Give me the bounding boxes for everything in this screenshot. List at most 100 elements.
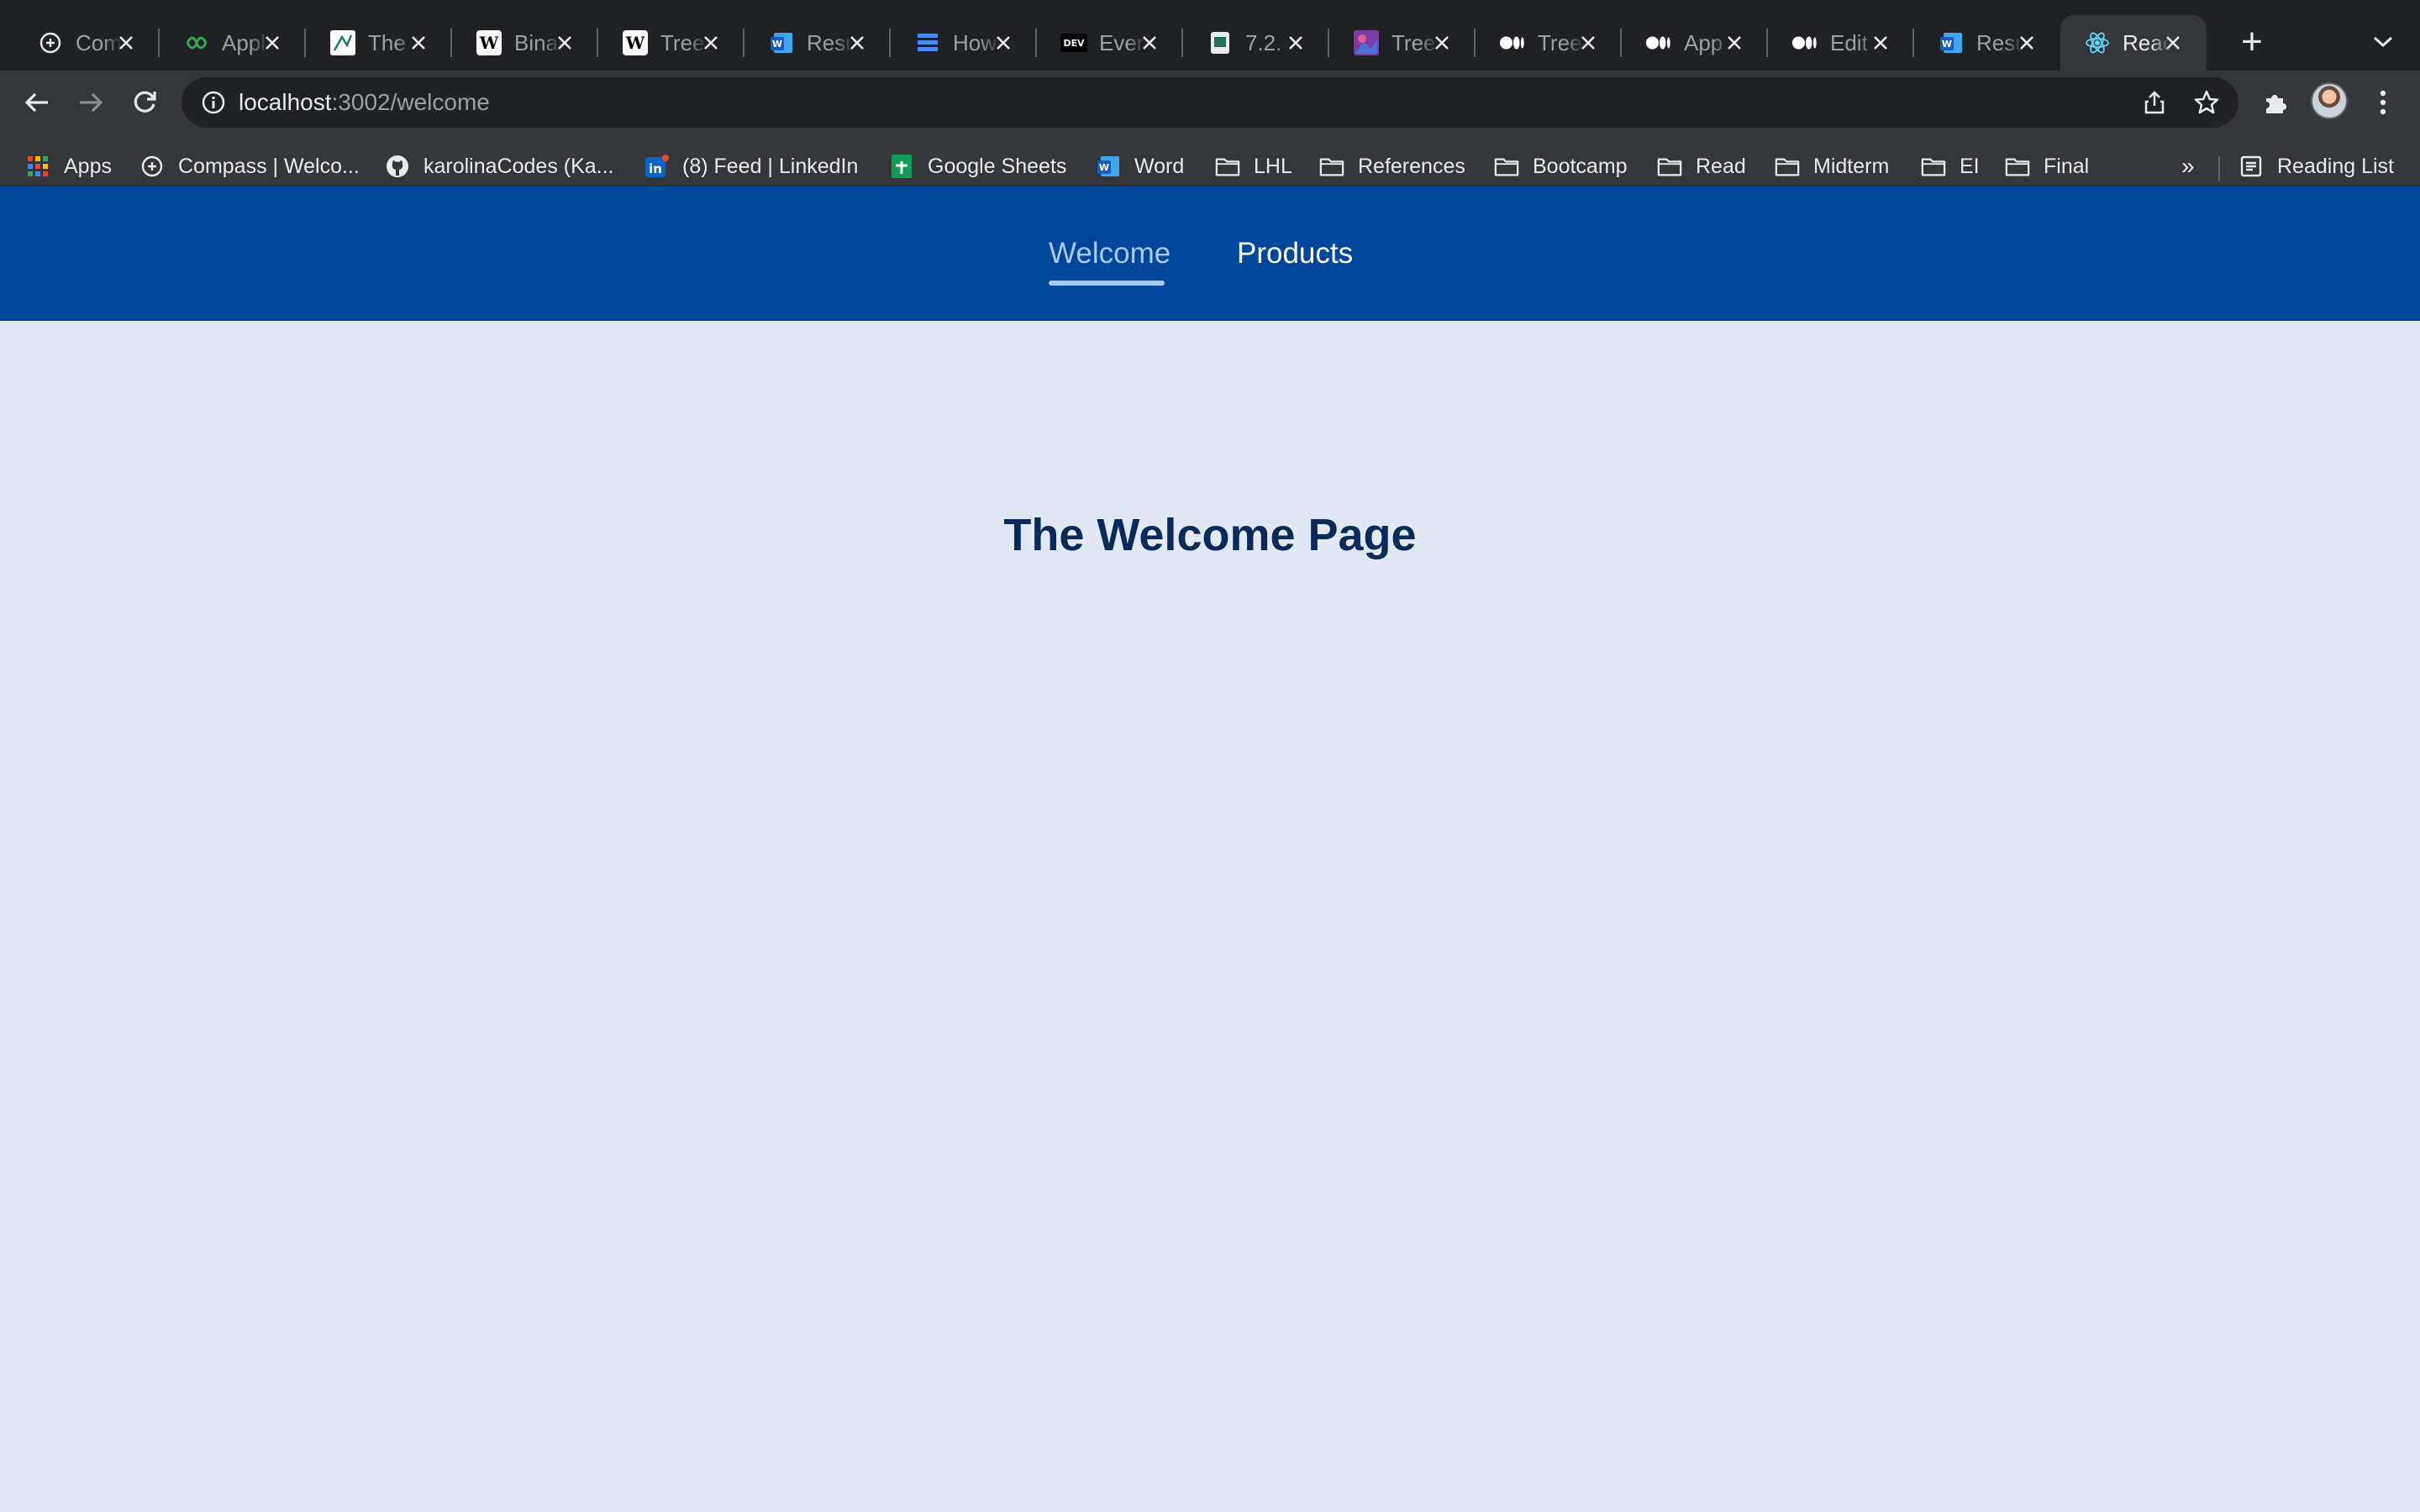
forward-arrow-icon[interactable] [67, 79, 114, 126]
svg-text:W: W [479, 33, 499, 53]
bookmark-item[interactable]: Bootcamp [1494, 148, 1628, 185]
address-bar[interactable]: localhost:3002/welcome [182, 77, 2238, 128]
sketch-icon [329, 29, 356, 56]
compass-icon [139, 154, 165, 179]
react-icon [2084, 29, 2111, 56]
bookmark-item[interactable]: LHL [1215, 148, 1292, 185]
bookmark-item[interactable]: in (8) Feed | LinkedIn [644, 148, 858, 185]
bookmark-item[interactable]: karolinaCodes (Ka... [385, 148, 614, 185]
browser-tab[interactable]: WBinary [452, 15, 598, 71]
bookmark-label: Midterm [1813, 154, 1890, 178]
browser-tab[interactable]: Edit [1768, 15, 1914, 71]
extensions-puzzle-icon[interactable] [2252, 79, 2299, 126]
close-tab-icon[interactable] [405, 29, 432, 56]
bookmark-label: Apps [64, 154, 112, 178]
bookmark-label: Google Sheets [928, 154, 1067, 178]
bookmark-item[interactable]: Final [2005, 148, 2089, 185]
close-tab-icon[interactable] [990, 29, 1017, 56]
bookmark-item[interactable]: W Word [1096, 148, 1184, 185]
browser-tab[interactable]: Apply [160, 15, 306, 71]
tab-search-chevron-icon[interactable] [2365, 24, 2402, 60]
medium-icon [1499, 29, 1526, 56]
page-title: The Welcome Page [1003, 510, 1417, 560]
bookmark-item[interactable]: Google Sheets [889, 148, 1066, 185]
close-tab-icon[interactable] [551, 29, 578, 56]
close-tab-icon[interactable] [1575, 29, 1602, 56]
bookmark-item[interactable]: Read [1657, 148, 1746, 185]
url-text[interactable]: localhost:3002/welcome [239, 89, 490, 116]
site-info-icon[interactable] [198, 87, 229, 118]
close-tab-icon[interactable] [1282, 29, 1309, 56]
close-tab-icon[interactable] [2013, 29, 2040, 56]
svg-text:W: W [1942, 39, 1952, 50]
github-icon [385, 154, 410, 179]
bookmark-label: Word [1134, 154, 1185, 178]
browser-tab[interactable]: 7.2. [1183, 15, 1329, 71]
reading-list-button[interactable]: Reading List [2238, 148, 2394, 185]
image-icon [1353, 29, 1380, 56]
close-tab-icon[interactable] [697, 29, 724, 56]
close-tab-icon[interactable] [113, 29, 139, 56]
bookmark-label: (8) Feed | LinkedIn [682, 154, 859, 178]
svg-text:W: W [772, 39, 782, 50]
apps-grid-icon [25, 154, 50, 179]
bookmark-item[interactable]: References [1319, 148, 1465, 185]
svg-text:DEV: DEV [1063, 38, 1085, 49]
browser-tab[interactable]: How [891, 15, 1037, 71]
bookmarks-overflow-button[interactable]: » [2181, 148, 2195, 185]
browser-tab[interactable]: WResume [744, 15, 891, 71]
close-tab-icon[interactable] [1428, 29, 1455, 56]
close-tab-icon[interactable] [1136, 29, 1163, 56]
browser-tab[interactable]: DEVEvery [1037, 15, 1183, 71]
folder-icon [1921, 154, 1946, 179]
close-tab-icon[interactable] [1867, 29, 1894, 56]
browser-tab[interactable]: WResume [1914, 15, 2060, 71]
share-icon[interactable] [2138, 86, 2171, 119]
close-tab-icon[interactable] [259, 29, 286, 56]
new-tab-button[interactable]: + [2230, 20, 2274, 64]
bookmark-label: Final [2044, 154, 2090, 178]
bookmark-item[interactable]: Midterm [1775, 148, 1889, 185]
browser-menu-kebab-icon[interactable] [2360, 79, 2407, 126]
close-tab-icon[interactable] [2160, 29, 2186, 56]
bookmark-label: Bootcamp [1533, 154, 1628, 178]
profile-avatar[interactable] [2311, 82, 2348, 119]
bookmark-label: karolinaCodes (Ka... [424, 154, 614, 178]
browser-tab[interactable]: W Tree [598, 15, 744, 71]
browser-tab[interactable]: The [306, 15, 452, 71]
browser-tab[interactable]: Tree [1329, 15, 1476, 71]
nav-link-welcome[interactable]: Welcome [1049, 237, 1171, 270]
back-arrow-icon[interactable] [13, 79, 60, 126]
bookmark-item[interactable]: Apps [25, 148, 112, 185]
bookmark-label: References [1358, 154, 1465, 178]
close-tab-icon[interactable] [1721, 29, 1748, 56]
bookmark-star-icon[interactable] [2190, 86, 2223, 119]
folder-icon [1319, 154, 1344, 179]
stack-icon [914, 29, 941, 56]
browser-tab[interactable]: Tree [1476, 15, 1622, 71]
app-navbar: Welcome Products [0, 186, 2420, 321]
folder-icon [1215, 154, 1240, 179]
bookmark-label: Read [1696, 154, 1746, 178]
link-icon [183, 29, 210, 56]
svg-text:in: in [649, 161, 662, 176]
word-icon: W [1096, 154, 1121, 179]
browser-tab[interactable]: Compass [13, 15, 160, 71]
browser-tab[interactable]: React [2060, 15, 2207, 71]
reading-list-label: Reading List [2277, 154, 2394, 178]
bookmarks-divider [2218, 156, 2220, 181]
folder-icon [2005, 154, 2030, 179]
bookmark-label: EI [1960, 154, 1980, 178]
url-host: localhost [239, 89, 332, 115]
close-tab-icon[interactable] [844, 29, 871, 56]
document-icon [1207, 29, 1234, 56]
nav-link-products[interactable]: Products [1237, 237, 1353, 270]
reload-icon[interactable] [121, 79, 168, 126]
active-nav-underline [1049, 281, 1165, 286]
browser-tab[interactable]: App [1622, 15, 1768, 71]
bookmark-item[interactable]: EI [1921, 148, 1980, 185]
dev-icon: DEV [1060, 29, 1087, 56]
bookmark-item[interactable]: Compass | Welco... [139, 148, 360, 185]
word-icon: W [768, 29, 795, 56]
browser-tab-strip: + CompassApplyTheWBinaryWTreeWResumeHowD… [0, 0, 2420, 71]
